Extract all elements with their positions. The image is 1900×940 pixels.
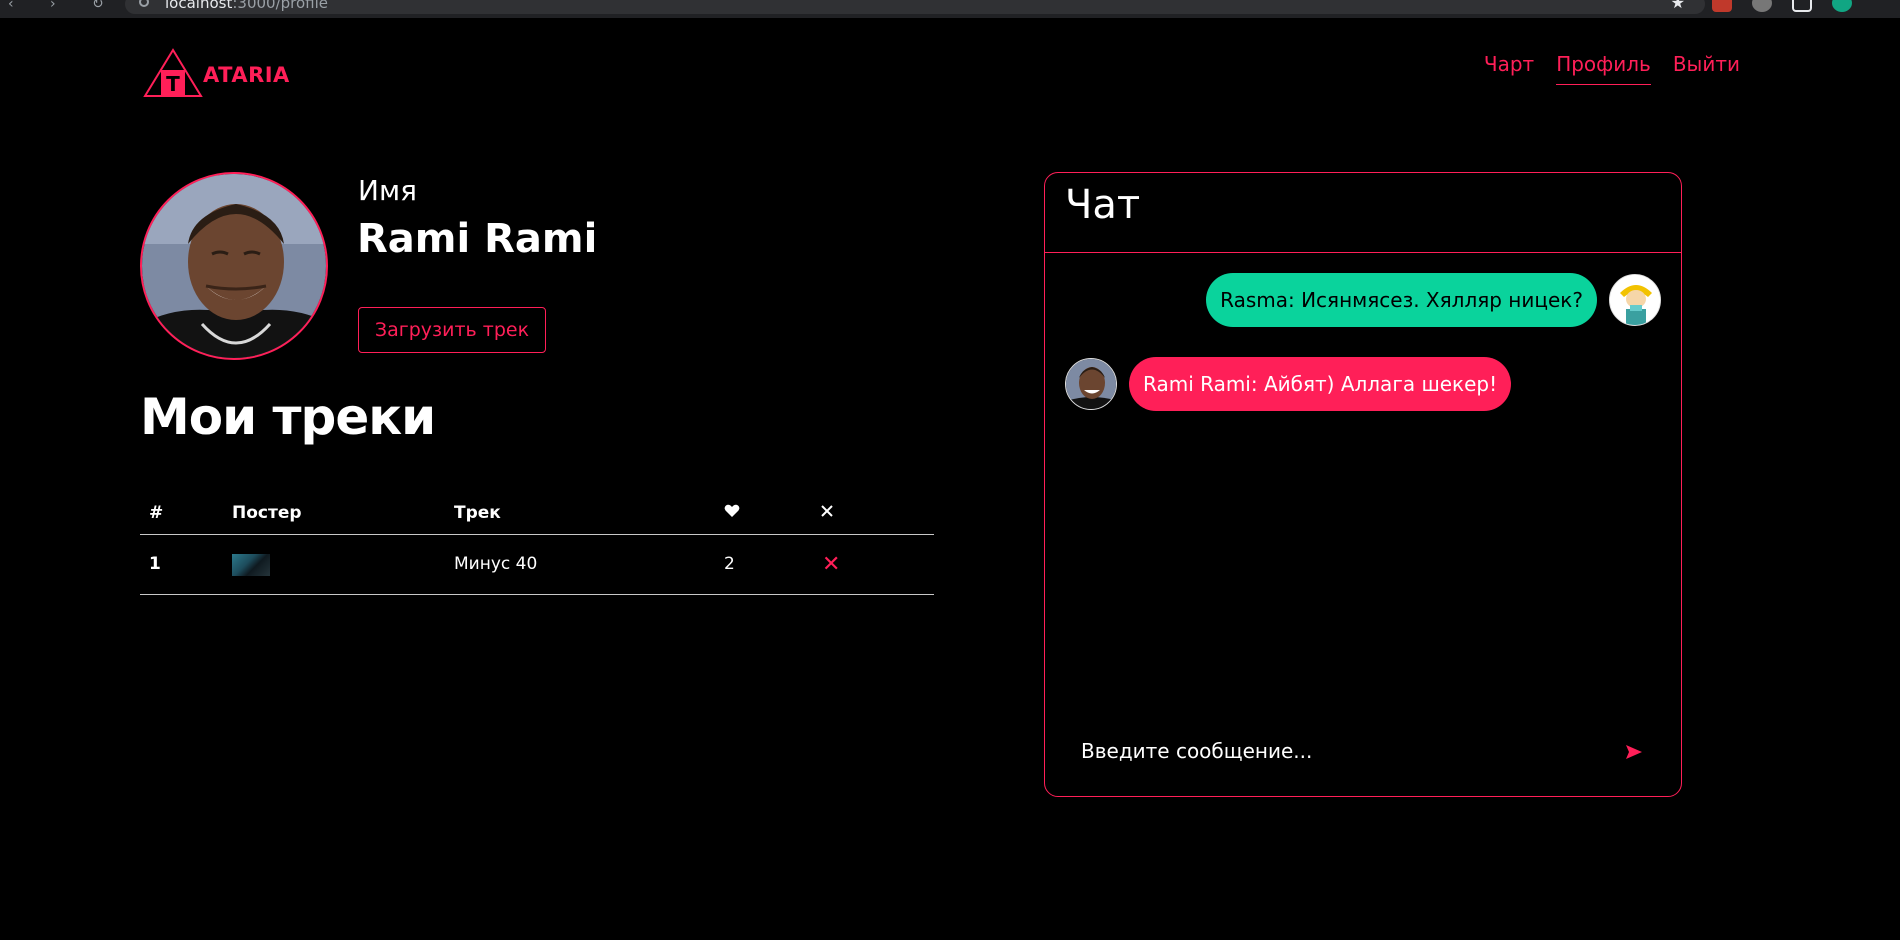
nav-logout-link[interactable]: Выйти: [1673, 52, 1740, 85]
message-bubble: Rami Rami: Айбят) Аллага шекер!: [1129, 357, 1512, 411]
extensions-puzzle-icon[interactable]: [1792, 0, 1812, 12]
main-nav: Чарт Профиль Выйти: [1484, 52, 1740, 85]
column-likes: [724, 492, 820, 535]
svg-text:T: T: [166, 72, 180, 96]
address-url: localhost:3000/profile: [165, 0, 329, 12]
column-delete: [820, 492, 934, 535]
chat-header: Чат: [1045, 173, 1681, 253]
my-tracks-heading: Мои треки: [140, 388, 436, 446]
reload-icon[interactable]: ↻: [92, 0, 108, 12]
chat-message-outgoing: Rami Rami: Айбят) Аллага шекер!: [1065, 357, 1512, 411]
address-bar[interactable]: localhost:3000/profile ★: [125, 0, 1705, 14]
message-bubble: Rasma: Исянмясез. Хялляр ницек?: [1206, 273, 1597, 327]
browser-toolbar: ‹ › ↻ localhost:3000/profile ★: [0, 0, 1900, 18]
chat-panel: Чат Rasma: Исянмясез. Хялляр ницек? Rami: [1044, 172, 1682, 797]
site-info-icon[interactable]: [139, 0, 149, 7]
track-poster-image: [232, 554, 270, 576]
tracks-table: # Постер Трек 1 Минус 40 2 ✕: [140, 492, 934, 595]
chat-message-incoming: Rasma: Исянмясез. Хялляр ницек?: [1206, 273, 1661, 327]
track-delete-cell: ✕: [820, 534, 934, 595]
extension-icon[interactable]: [1712, 0, 1732, 12]
column-poster: Постер: [232, 492, 454, 535]
track-number: 1: [140, 534, 232, 595]
track-name[interactable]: Минус 40: [454, 534, 724, 595]
column-number: #: [140, 492, 232, 535]
column-track: Трек: [454, 492, 724, 535]
logo-text: ATARIA: [203, 63, 290, 87]
name-label: Имя: [358, 174, 417, 207]
profile-avatar-icon[interactable]: [1832, 0, 1852, 12]
nav-profile-link[interactable]: Профиль: [1556, 52, 1651, 85]
logo[interactable]: T ATARIA: [143, 48, 293, 98]
heart-icon: [724, 504, 740, 517]
nav-chart-link[interactable]: Чарт: [1484, 52, 1534, 85]
forward-icon[interactable]: ›: [50, 0, 66, 12]
back-icon[interactable]: ‹: [8, 0, 24, 12]
track-poster-cell: [232, 534, 454, 595]
profile-avatar: [140, 172, 328, 360]
table-header-row: # Постер Трек: [140, 492, 934, 535]
user-name: Rami Rami: [357, 216, 598, 262]
upload-track-button[interactable]: Загрузить трек: [358, 307, 546, 353]
message-input[interactable]: [1081, 736, 1601, 766]
sender-avatar: [1609, 274, 1661, 326]
close-icon: [821, 505, 833, 517]
chat-title: Чат: [1065, 182, 1141, 228]
delete-track-icon[interactable]: ✕: [820, 552, 840, 577]
send-icon[interactable]: [1625, 744, 1643, 765]
bookmark-star-icon[interactable]: ★: [1671, 0, 1685, 12]
sender-avatar: [1065, 358, 1117, 410]
table-row[interactable]: 1 Минус 40 2 ✕: [140, 534, 934, 595]
logo-triangle-icon: T: [143, 48, 203, 97]
track-likes: 2: [724, 534, 820, 595]
extension-icon[interactable]: [1752, 0, 1772, 12]
